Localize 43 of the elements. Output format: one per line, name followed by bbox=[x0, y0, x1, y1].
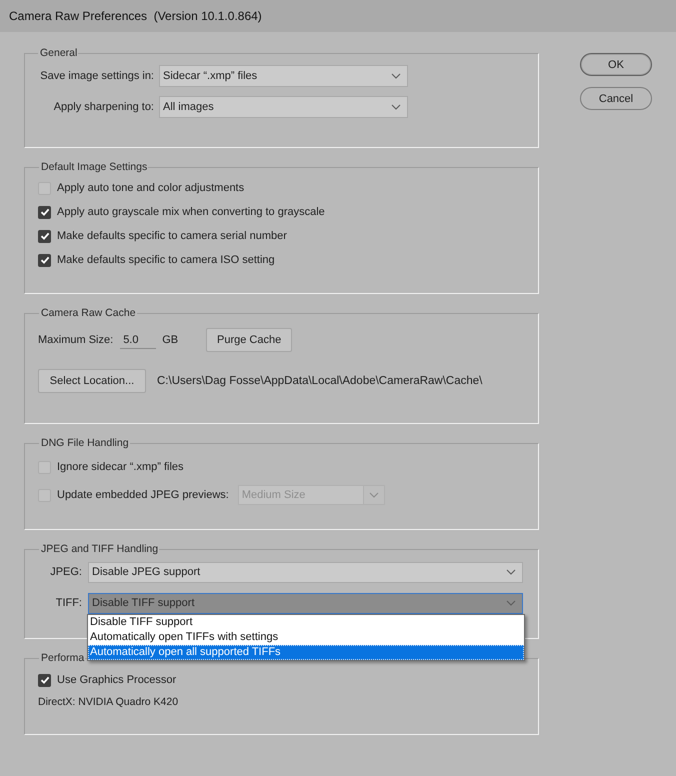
dropdown[interactable]: Disable JPEG support bbox=[88, 562, 523, 582]
field-label: Apply sharpening to: bbox=[52, 101, 154, 113]
dropdown-option[interactable]: Disable TIFF support bbox=[88, 614, 524, 630]
checkbox-label: Update embedded JPEG previews: bbox=[57, 489, 229, 501]
chevron-icon bbox=[391, 104, 401, 110]
chevron-icon bbox=[362, 486, 384, 504]
checkbox[interactable] bbox=[38, 674, 51, 686]
gpu-info: DirectX: NVIDIA Quadro K420 bbox=[38, 696, 180, 708]
cache-path: C:\Users\Dag Fosse\AppData\Local\Adobe\CameraRaw\Cache\ bbox=[157, 375, 482, 387]
purge-cache-button[interactable]: Purge Cache bbox=[206, 328, 292, 352]
checkbox-label: Make defaults specific to camera serial number bbox=[57, 230, 287, 242]
group-title: General bbox=[39, 47, 78, 59]
size-field: 5.0 bbox=[120, 332, 156, 348]
cancel-button[interactable]: Cancel bbox=[580, 87, 652, 110]
checkbox-label: Make defaults specific to camera ISO setting bbox=[57, 254, 275, 266]
field-label: JPEG: bbox=[49, 566, 82, 578]
dropdown-option[interactable]: Automatically open all supported TIFFs bbox=[88, 644, 524, 660]
checkbox-label: Apply auto grayscale mix when converting to grayscale bbox=[57, 206, 325, 218]
checkbox-label: Ignore sidecar “.xmp” files bbox=[57, 461, 184, 473]
dropdown-option[interactable]: Automatically open TIFFs with settings bbox=[88, 630, 524, 644]
dropdown[interactable]: Disable TIFF support bbox=[88, 592, 523, 614]
checkbox-label: Use Graphics Processor bbox=[57, 674, 176, 686]
checkbox[interactable] bbox=[38, 230, 51, 242]
dropdown[interactable]: Sidecar “.xmp” files bbox=[159, 65, 408, 87]
checkbox[interactable] bbox=[38, 206, 51, 218]
group-title: Camera Raw Cache bbox=[40, 307, 137, 319]
chevron-icon bbox=[506, 569, 516, 575]
dropdown[interactable]: All images bbox=[159, 96, 408, 118]
unit-label: GB bbox=[162, 334, 178, 346]
checkbox-label: Apply auto tone and color adjustments bbox=[57, 182, 244, 194]
group-title: Default Image Settings bbox=[40, 161, 148, 173]
chevron-icon bbox=[391, 73, 401, 79]
ok-button[interactable]: OK bbox=[580, 53, 652, 76]
group-title: DNG File Handling bbox=[40, 437, 130, 449]
checkbox[interactable] bbox=[38, 254, 51, 266]
field-label: TIFF: bbox=[54, 597, 82, 609]
field-label: Save image settings in: bbox=[39, 70, 154, 82]
group-title: JPEG and TIFF Handling bbox=[40, 543, 160, 555]
window-title: Camera Raw Preferences (Version 10.1.0.864) bbox=[9, 9, 262, 23]
field-label: Maximum Size: bbox=[38, 334, 114, 346]
select-location-button[interactable]: Select Location... bbox=[38, 369, 146, 393]
group-title: Performa bbox=[40, 652, 86, 664]
chevron-icon bbox=[506, 600, 516, 606]
